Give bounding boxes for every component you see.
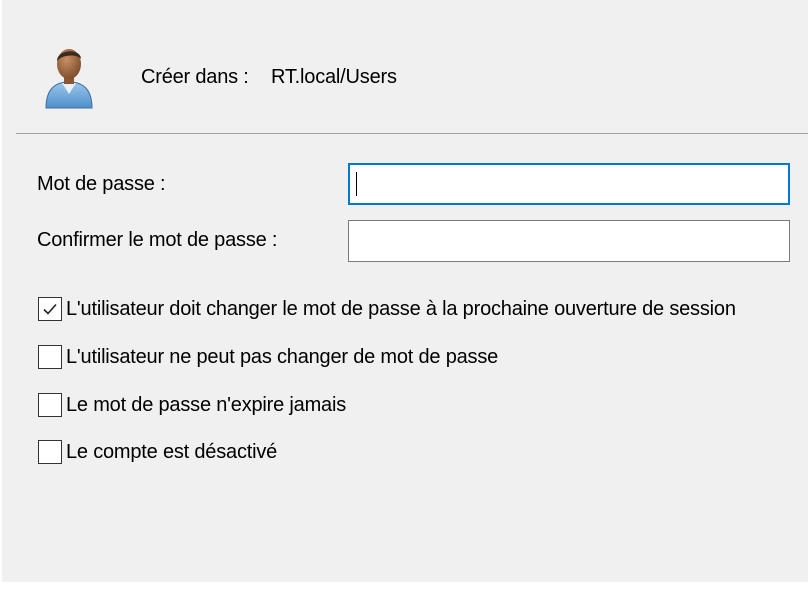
- bottom-edge: [0, 582, 808, 592]
- option-label: L'utilisateur doit changer le mot de pas…: [66, 297, 736, 320]
- option-label: L'utilisateur ne peut pas changer de mot…: [66, 345, 499, 368]
- confirm-password-input[interactable]: [348, 220, 790, 262]
- checkbox-cannot-change-password[interactable]: [38, 345, 62, 369]
- checkbox-password-never-expires[interactable]: [38, 393, 62, 417]
- password-input[interactable]: [348, 163, 790, 205]
- option-cannot-change-password[interactable]: L'utilisateur ne peut pas changer de mot…: [38, 344, 498, 370]
- option-label: Le mot de passe n'expire jamais: [66, 393, 346, 416]
- text-caret: [356, 172, 357, 196]
- option-account-disabled[interactable]: Le compte est désactivé: [38, 439, 277, 465]
- password-label: Mot de passe :: [37, 173, 166, 195]
- new-user-password-dialog: Créer dans : RT.local/Users Mot de passe…: [2, 0, 808, 582]
- option-must-change-password[interactable]: L'utilisateur doit changer le mot de pas…: [38, 296, 736, 322]
- check-icon: [43, 303, 57, 315]
- header-separator: [16, 133, 808, 134]
- create-in-path: RT.local/Users: [271, 66, 397, 88]
- user-icon: [45, 49, 93, 109]
- dialog-header: Créer dans : RT.local/Users: [2, 0, 808, 133]
- option-label: Le compte est désactivé: [66, 440, 278, 463]
- checkbox-must-change-password[interactable]: [38, 297, 62, 321]
- option-password-never-expires[interactable]: Le mot de passe n'expire jamais: [38, 392, 346, 418]
- create-in-label: Créer dans :: [141, 66, 249, 88]
- confirm-password-label: Confirmer le mot de passe :: [37, 229, 278, 251]
- checkbox-account-disabled[interactable]: [38, 440, 62, 464]
